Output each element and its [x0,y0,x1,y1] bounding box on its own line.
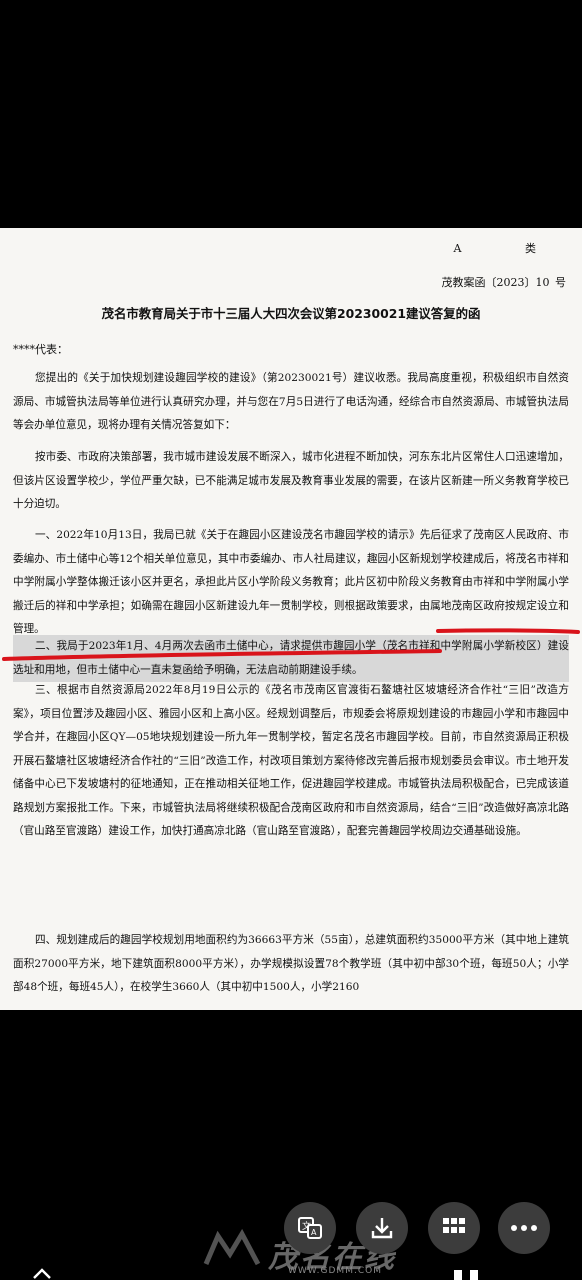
pause-icon[interactable] [452,1268,482,1280]
document-salutation: ****代表： [13,343,68,356]
paragraph-point-4: 四、规划建成后的趣园学校规划用地面积约为36663平方米（55亩），总建筑面积约… [13,934,569,993]
grid-button[interactable] [428,1202,480,1254]
download-icon [371,1218,393,1239]
more-icon [511,1225,537,1231]
translate-icon: 文 A [298,1217,322,1239]
document-title: 茂名市教育局关于市十三届人大四次会议第20230021建议答复的函 [101,306,481,321]
svg-text:A: A [311,1228,317,1237]
close-icon[interactable] [30,1268,54,1280]
document-category: A 类 [453,242,566,255]
paragraph-point-3: 三、根据市自然资源局2022年8月19日公示的《茂名市茂南区官渡街石鳌塘社区坡塘… [13,684,569,837]
paragraph-point-2-highlighted: 二、我局于2023年1月、4月两次去函市土储中心，请求提供市趣园小学（茂名市祥和… [13,635,569,682]
document-page: A 类 茂教案函〔2023〕10 号 茂名市教育局关于市十三届人大四次会议第20… [0,228,582,1010]
paragraph-point-1: 一、2022年10月13日，我局已就《关于在趣园小区建设茂名市趣园学校的请示》先… [13,529,569,635]
bottom-toolbar: 文 A [0,1202,582,1280]
translate-button[interactable]: 文 A [284,1202,336,1254]
download-button[interactable] [356,1202,408,1254]
paragraph-intro: 您提出的《关于加快规划建设趣园学校的建设》（第20230021号）建议收悉。我局… [13,372,569,431]
grid-icon [443,1218,465,1233]
more-button[interactable] [498,1202,550,1254]
document-number: 茂教案函〔2023〕10 号 [441,276,567,289]
paragraph-background: 按市委、市政府决策部署，我市城市建设发展不断深入，城市化进程不断加快，河东东北片… [13,451,569,510]
